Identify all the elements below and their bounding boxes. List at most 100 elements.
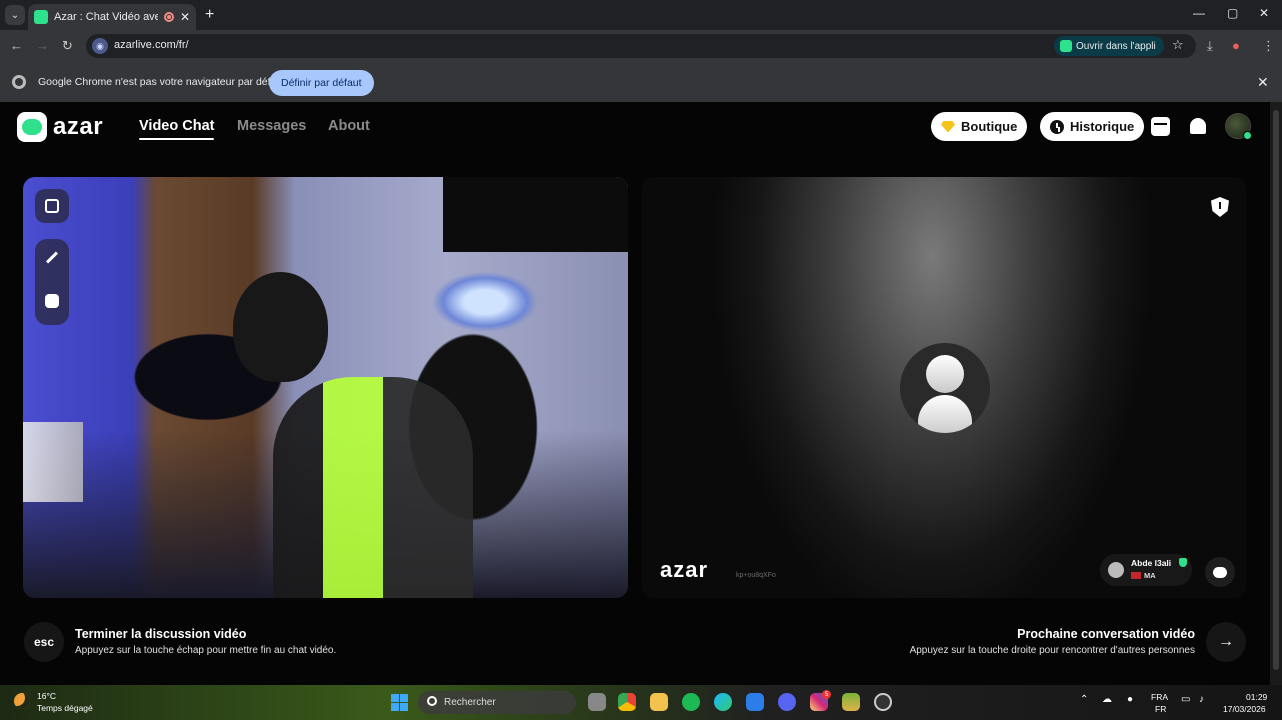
shop-label: Boutique bbox=[961, 119, 1018, 134]
address-bar[interactable]: ◉ azarlive.com/fr/ Ouvrir dans l'appli ☆ bbox=[86, 34, 1196, 58]
chat-bubble-icon bbox=[1213, 566, 1227, 578]
moon-weather-icon[interactable] bbox=[14, 693, 30, 709]
instagram-badge: 5 bbox=[822, 690, 831, 699]
morocco-flag-icon bbox=[1131, 572, 1141, 579]
video-effects-toolbar bbox=[35, 239, 69, 325]
taskbar-search[interactable]: Rechercher bbox=[418, 691, 576, 714]
browser-tabstrip: ⌄ Azar : Chat Vidéo avec de n ✕ + — ▢ ✕ bbox=[0, 0, 1282, 30]
clock-time[interactable]: 01:29 bbox=[1246, 692, 1267, 702]
user-head bbox=[233, 272, 328, 382]
logo-wordmark: azar bbox=[53, 113, 104, 140]
back-button[interactable]: ← bbox=[10, 38, 23, 53]
browser-tab-azar[interactable]: Azar : Chat Vidéo avec de n ✕ bbox=[28, 4, 196, 30]
local-video bbox=[23, 177, 628, 598]
history-button[interactable]: Historique bbox=[1040, 112, 1145, 141]
open-in-app-button[interactable]: Ouvrir dans l'appli bbox=[1054, 36, 1164, 56]
tab-close-icon[interactable]: ✕ bbox=[180, 10, 190, 24]
temperature: 16°C bbox=[37, 691, 56, 701]
task-view-icon[interactable] bbox=[588, 693, 606, 711]
downloads-icon[interactable]: ⤓ bbox=[1207, 38, 1213, 54]
end-chat-title: Terminer la discussion vidéo bbox=[75, 627, 247, 641]
window-close-button[interactable]: ✕ bbox=[1259, 6, 1269, 20]
minimize-video-button[interactable] bbox=[35, 189, 69, 223]
online-badge bbox=[1243, 131, 1252, 140]
end-chat-subtitle: Appuyez sur la touche échap pour mettre … bbox=[75, 645, 337, 656]
azar-favicon-icon bbox=[34, 10, 48, 24]
file-explorer-icon[interactable] bbox=[650, 693, 668, 711]
menu-kebab-icon[interactable]: ⋮ bbox=[1262, 38, 1275, 54]
chrome-icon bbox=[12, 75, 26, 89]
inventory-box-icon[interactable] bbox=[1151, 117, 1170, 136]
search-placeholder: Rechercher bbox=[444, 697, 496, 708]
peer-avatar-placeholder bbox=[900, 343, 990, 433]
store-icon[interactable] bbox=[746, 693, 764, 711]
search-icon bbox=[427, 696, 437, 706]
history-label: Historique bbox=[1070, 119, 1135, 134]
reload-button[interactable]: ↻ bbox=[62, 38, 73, 54]
remote-watermark: azar bbox=[660, 557, 709, 582]
background-monitor bbox=[23, 422, 83, 502]
profile-icon[interactable]: ● bbox=[1232, 38, 1240, 53]
azar-logo[interactable]: azar bbox=[17, 112, 103, 142]
open-app-label: Ouvrir dans l'appli bbox=[1076, 40, 1156, 52]
azar-app: azar Video Chat Messages About Boutique … bbox=[0, 102, 1270, 685]
page-scrollbar[interactable] bbox=[1270, 102, 1282, 685]
notification-bell-icon[interactable] bbox=[1190, 118, 1206, 134]
volume-icon[interactable]: ♪ bbox=[1199, 694, 1204, 705]
app-icon bbox=[1060, 40, 1072, 52]
windows-taskbar: 16°C Temps dégagé Rechercher 5 ⌃ ☁ ● FRA… bbox=[0, 685, 1282, 720]
clock-date[interactable]: 17/03/2026 bbox=[1223, 704, 1266, 714]
bluestacks-icon[interactable] bbox=[842, 693, 860, 711]
recording-indicator-icon bbox=[163, 12, 174, 22]
default-browser-infobar: Google Chrome n'est pas votre navigateur… bbox=[0, 62, 1282, 102]
shop-button[interactable]: Boutique bbox=[931, 112, 1028, 141]
tab-search-dropdown[interactable]: ⌄ bbox=[5, 5, 25, 25]
minimize-button[interactable]: — bbox=[1193, 6, 1205, 20]
face-filter-icon[interactable] bbox=[45, 294, 59, 308]
obs-icon[interactable] bbox=[874, 693, 892, 711]
chat-button[interactable] bbox=[1205, 557, 1235, 587]
microphone-icon[interactable]: ● bbox=[1127, 694, 1133, 705]
esc-key-button[interactable]: esc bbox=[24, 622, 64, 662]
infobar-close-icon[interactable]: ✕ bbox=[1257, 74, 1269, 91]
peer-name: Abde l3ali bbox=[1131, 558, 1172, 568]
site-info-icon[interactable]: ◉ bbox=[92, 38, 108, 54]
edge-icon[interactable] bbox=[714, 693, 732, 711]
shrink-icon bbox=[45, 199, 59, 213]
infobar-message: Google Chrome n'est pas votre navigateur… bbox=[38, 76, 286, 88]
report-shield-icon[interactable] bbox=[1211, 197, 1229, 217]
nav-messages[interactable]: Messages bbox=[237, 118, 306, 134]
peer-info-tag[interactable]: Abde l3ali MA bbox=[1100, 554, 1192, 586]
next-chat-title: Prochaine conversation vidéo bbox=[1017, 627, 1195, 641]
next-chat-subtitle: Appuyez sur la touche droite pour rencon… bbox=[909, 645, 1195, 656]
peer-country: MA bbox=[1144, 571, 1156, 580]
forward-button[interactable]: → bbox=[36, 38, 49, 53]
url-text: azarlive.com/fr/ bbox=[114, 39, 189, 51]
tray-chevron-icon[interactable]: ⌃ bbox=[1080, 694, 1088, 705]
next-chat-button[interactable]: → bbox=[1206, 622, 1246, 662]
new-tab-button[interactable]: + bbox=[205, 6, 214, 24]
set-default-button[interactable]: Définir par défaut bbox=[269, 70, 374, 96]
background-tv bbox=[443, 177, 628, 252]
clock-icon bbox=[1050, 119, 1064, 134]
nav-video-chat[interactable]: Video Chat bbox=[139, 118, 215, 140]
session-id: kp+ou8qXFo bbox=[736, 572, 776, 579]
spotify-icon[interactable] bbox=[682, 693, 700, 711]
peer-mini-avatar bbox=[1108, 562, 1124, 578]
tab-title: Azar : Chat Vidéo avec de n bbox=[54, 11, 158, 23]
nav-about[interactable]: About bbox=[328, 118, 370, 134]
windows-start-icon[interactable] bbox=[391, 694, 408, 711]
verified-icon bbox=[1179, 558, 1187, 567]
language-top[interactable]: FRA bbox=[1151, 692, 1168, 702]
onedrive-icon[interactable]: ☁ bbox=[1102, 694, 1112, 705]
restore-button[interactable]: ▢ bbox=[1227, 6, 1238, 20]
discord-icon[interactable] bbox=[778, 693, 796, 711]
bookmark-star-icon[interactable]: ☆ bbox=[1172, 37, 1184, 53]
weather-text: Temps dégagé bbox=[37, 703, 93, 713]
network-icon[interactable]: ▭ bbox=[1181, 694, 1190, 705]
language-bottom[interactable]: FR bbox=[1155, 704, 1166, 714]
magic-wand-icon[interactable] bbox=[45, 251, 59, 264]
azar-logo-icon bbox=[17, 112, 47, 142]
chrome-taskbar-icon[interactable] bbox=[618, 693, 636, 711]
browser-toolbar: ← → ↻ ◉ azarlive.com/fr/ Ouvrir dans l'a… bbox=[0, 30, 1282, 62]
